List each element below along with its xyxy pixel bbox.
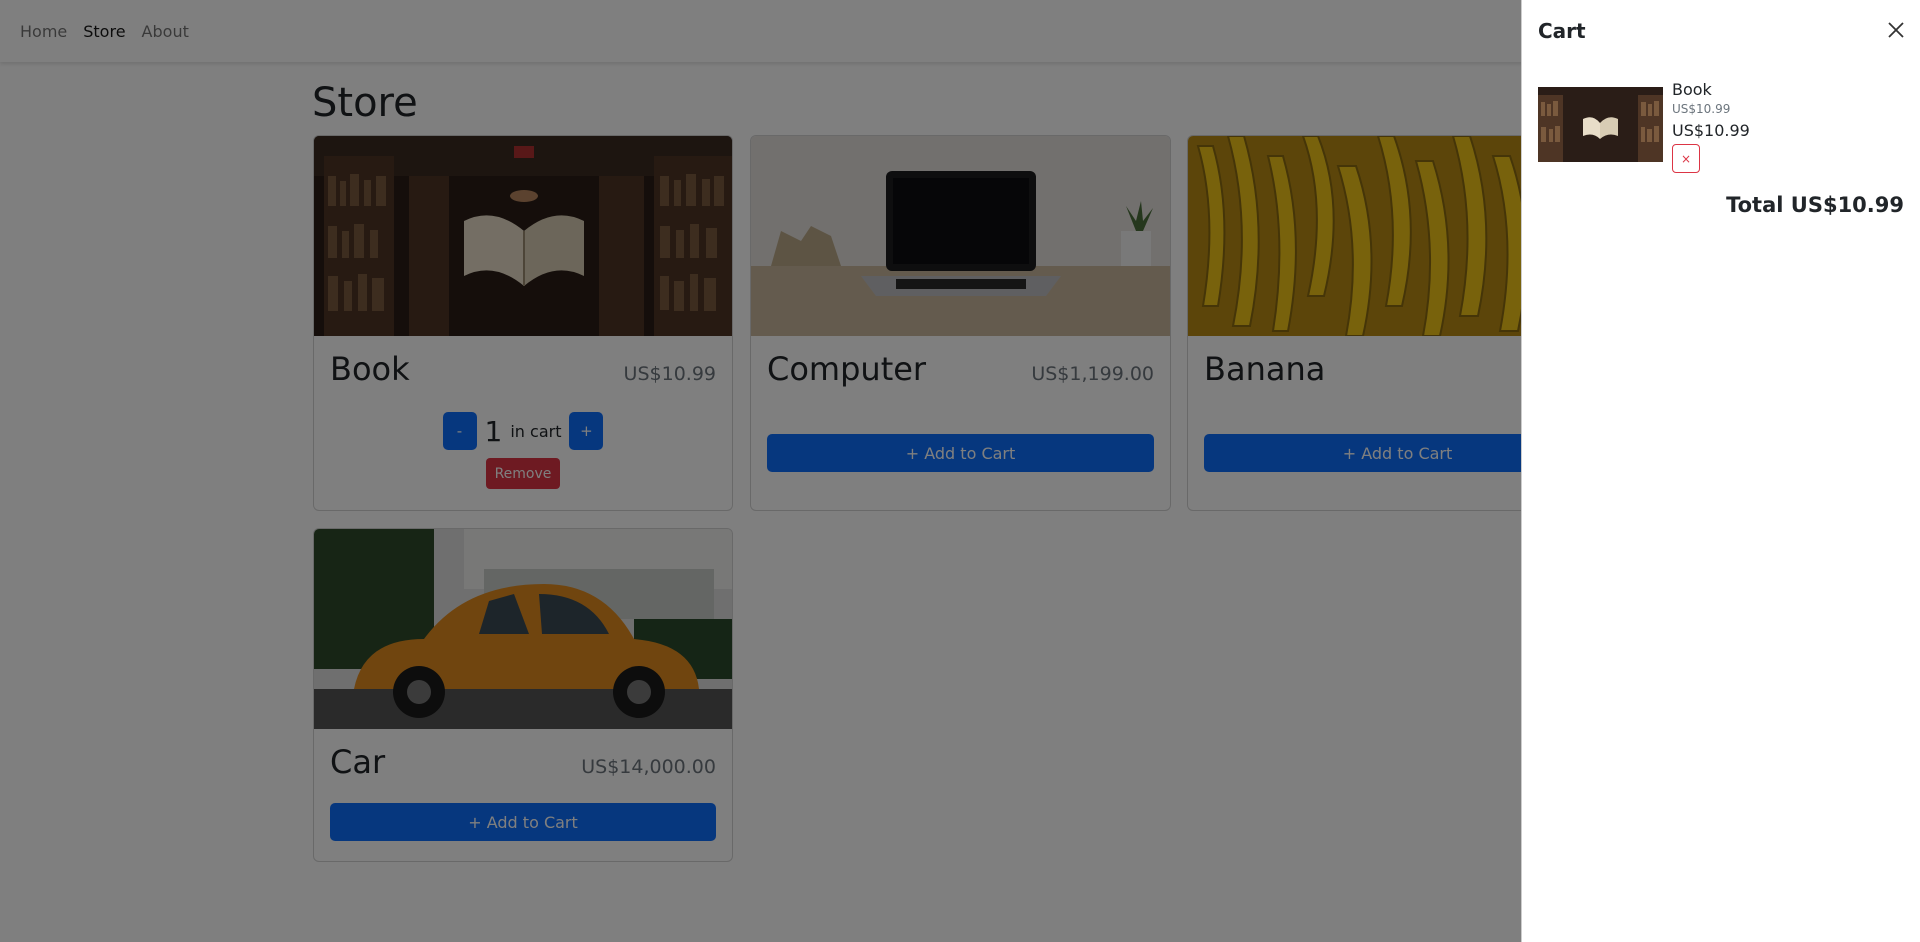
cart-total: Total US$10.99 [1726,193,1904,217]
cart-item-thumbnail [1538,87,1663,162]
offcanvas-backdrop[interactable] [0,0,1521,942]
cart-offcanvas: Cart Book US$10.99 US$10.99 × Total US$1… [1521,0,1920,942]
cart-title: Cart [1538,19,1586,43]
cart-item-name: Book [1672,80,1712,99]
cart-item-unit-price: US$10.99 [1672,102,1731,116]
cart-item-line-total: US$10.99 [1672,121,1750,140]
close-icon[interactable] [1884,18,1908,42]
cart-item-remove-button[interactable]: × [1672,144,1700,173]
